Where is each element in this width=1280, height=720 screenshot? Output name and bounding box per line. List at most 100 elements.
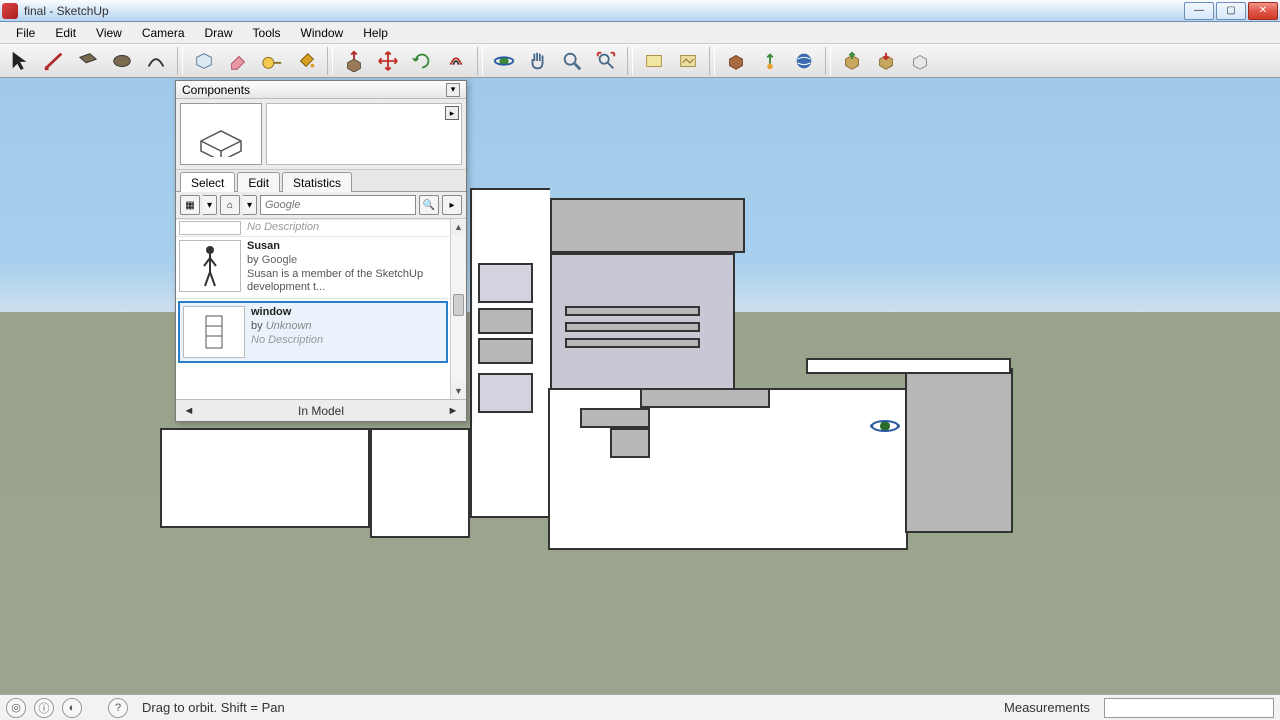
menu-window[interactable]: Window [291,23,354,43]
measurements-input[interactable] [1104,698,1274,718]
list-item-selected[interactable]: window by Unknown No Description [178,301,448,363]
model-window [478,373,533,413]
make-component-tool[interactable] [188,47,220,75]
search-button[interactable]: 🔍 [419,195,439,215]
menu-view[interactable]: View [86,23,132,43]
scroll-down-icon[interactable]: ▼ [451,383,466,399]
component-name: window [251,306,443,320]
search-expand-button[interactable]: ▸ [442,195,462,215]
rotate-tool[interactable] [406,47,438,75]
component-name: Susan [247,240,447,254]
circle-tool[interactable] [106,47,138,75]
status-hint: Drag to orbit. Shift = Pan [142,700,285,715]
component-author: by Google [247,254,447,268]
model-window [478,263,533,303]
app-icon [2,3,18,19]
preview-ge-tool[interactable] [788,47,820,75]
eraser-tool[interactable] [222,47,254,75]
view-mode-dropdown[interactable]: ▾ [203,195,217,215]
panel-tabs: Select Edit Statistics [176,170,466,192]
print-tool[interactable] [904,47,936,75]
orbit-cursor-icon [870,414,900,438]
get-models-tool[interactable] [720,47,752,75]
menu-draw[interactable]: Draw [195,23,243,43]
zoom-tool[interactable] [556,47,588,75]
home-dropdown[interactable]: ▾ [243,195,257,215]
window-title: final - SketchUp [24,4,109,18]
component-desc: No Description [247,221,447,235]
tab-select[interactable]: Select [180,172,235,192]
model-wall-side [905,368,1013,533]
components-panel[interactable]: Components ▾ ▸ Select Edit Statistics ▦ … [175,80,467,422]
scroll-thumb[interactable] [453,294,464,316]
move-tool[interactable] [372,47,404,75]
component-preview-thumb[interactable] [180,103,262,165]
model-step [640,388,770,408]
sync-icon[interactable]: ◐ [62,698,82,718]
model-shelf [565,306,700,316]
offset-tool[interactable] [440,47,472,75]
menu-edit[interactable]: Edit [45,23,86,43]
measurements-label: Measurements [1004,700,1090,715]
select-tool[interactable] [4,47,36,75]
share-model-tool[interactable] [754,47,786,75]
3d-viewport[interactable]: Components ▾ ▸ Select Edit Statistics ▦ … [0,78,1280,694]
panel-title-label: Components [182,83,250,97]
component-author: by Unknown [251,320,443,334]
component-list: No Description Susan by Google Susan is … [176,219,466,399]
component-desc: No Description [251,334,443,348]
arc-tool[interactable] [140,47,172,75]
panel-preview-row: ▸ [176,99,466,170]
import-tool[interactable] [870,47,902,75]
window-titlebar: final - SketchUp — ▢ ✕ [0,0,1280,22]
export-tool[interactable] [836,47,868,75]
panel-collapse-button[interactable]: ▾ [446,83,460,97]
help-icon[interactable]: ? [108,698,128,718]
menu-file[interactable]: File [6,23,45,43]
line-tool[interactable] [38,47,70,75]
toggle-terrain-tool[interactable] [672,47,704,75]
model-step [610,428,650,458]
model-window [478,308,533,334]
scroll-track[interactable] [451,235,466,383]
maximize-button[interactable]: ▢ [1216,2,1246,20]
model-wall-top [806,358,1011,374]
list-item[interactable]: No Description [176,219,450,237]
pan-tool[interactable] [522,47,554,75]
scroll-up-icon[interactable]: ▲ [451,219,466,235]
model-wall [160,428,370,528]
component-preview-desc[interactable]: ▸ [266,103,462,165]
menu-tools[interactable]: Tools [243,23,291,43]
credits-icon[interactable]: ⓘ [34,698,54,718]
rectangle-tool[interactable] [72,47,104,75]
add-location-tool[interactable] [638,47,670,75]
view-mode-button[interactable]: ▦ [180,195,200,215]
panel-titlebar[interactable]: Components ▾ [176,81,466,99]
minimize-button[interactable]: — [1184,2,1214,20]
expand-preview-button[interactable]: ▸ [445,106,459,120]
menu-camera[interactable]: Camera [132,23,195,43]
model-roof [550,198,745,253]
zoom-extents-tool[interactable] [590,47,622,75]
home-button[interactable]: ⌂ [220,195,240,215]
search-input[interactable] [260,195,416,215]
paint-bucket-tool[interactable] [290,47,322,75]
model-shelf [565,338,700,348]
model-shelf [565,322,700,332]
component-thumb [183,306,245,358]
close-button[interactable]: ✕ [1248,2,1278,20]
geolocation-icon[interactable]: ◎ [6,698,26,718]
nav-back-button[interactable]: ◄ [180,403,198,419]
list-item[interactable]: Susan by Google Susan is a member of the… [176,237,450,299]
collection-label: In Model [198,404,444,418]
tab-edit[interactable]: Edit [237,172,280,192]
component-desc: Susan is a member of the SketchUp develo… [247,268,447,296]
list-scrollbar[interactable]: ▲ ▼ [450,219,466,399]
push-pull-tool[interactable] [338,47,370,75]
orbit-tool[interactable] [488,47,520,75]
nav-forward-button[interactable]: ► [444,403,462,419]
tape-measure-tool[interactable] [256,47,288,75]
tab-statistics[interactable]: Statistics [282,172,352,192]
menu-bar: File Edit View Camera Draw Tools Window … [0,22,1280,44]
menu-help[interactable]: Help [353,23,398,43]
